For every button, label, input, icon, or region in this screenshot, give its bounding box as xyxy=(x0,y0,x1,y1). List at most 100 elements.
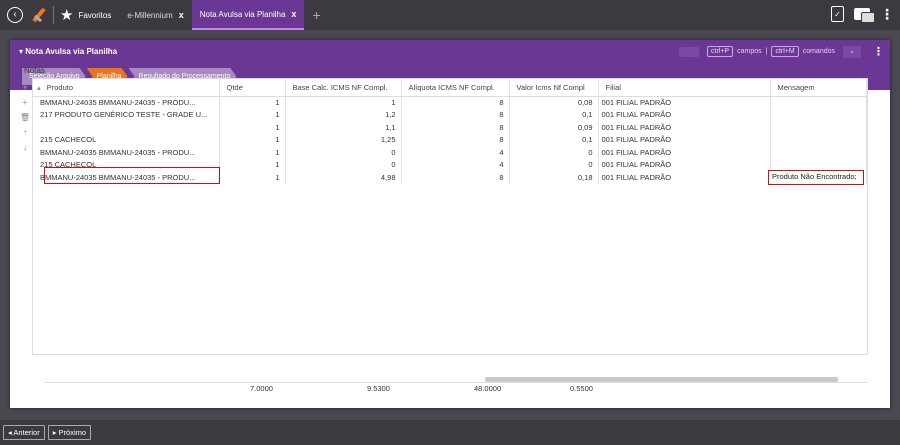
column-header-base[interactable]: Base Calc. ICMS NF Compl. xyxy=(285,79,402,97)
chat-icon[interactable] xyxy=(854,8,875,23)
cell-valor[interactable]: 0,18 xyxy=(509,171,599,184)
cell-filial[interactable]: 001 FILIAL PADRÃO xyxy=(598,121,771,134)
panel-title[interactable]: ▾ Nota Avulsa via Planilha xyxy=(19,47,117,56)
cell-valor[interactable]: 0,09 xyxy=(509,121,599,134)
chevron-down-icon[interactable]: ⌄ xyxy=(843,45,861,58)
cell-filial[interactable]: 001 FILIAL PADRÃO xyxy=(598,158,771,171)
cell-mensagem[interactable] xyxy=(770,108,867,121)
cell-aliquota[interactable]: 8 xyxy=(401,108,510,121)
close-tab-icon[interactable]: x xyxy=(179,10,184,20)
cell-base[interactable]: 1 xyxy=(285,96,402,109)
cell-filial[interactable]: 001 FILIAL PADRÃO xyxy=(598,133,771,146)
bottom-bar: ◂ Anterior ▸ Próximo xyxy=(0,420,900,445)
add-row-icon[interactable]: + xyxy=(23,95,28,110)
cell-produto[interactable]: 215 CACHECOL xyxy=(33,133,220,146)
total-valor: 0.5500 xyxy=(570,384,593,393)
e-millennium-logo-icon[interactable] xyxy=(31,6,47,24)
previous-button[interactable]: ◂ Anterior xyxy=(3,425,45,440)
cell-filial[interactable]: 001 FILIAL PADRÃO xyxy=(598,108,771,121)
cell-mensagem[interactable] xyxy=(770,133,867,146)
cell-qtde[interactable]: 1 xyxy=(219,146,286,159)
grid-toolbar: ▾ + 🗑 ↑ ↓ xyxy=(20,80,30,155)
cell-filial[interactable]: 001 FILIAL PADRÃO xyxy=(598,146,771,159)
cell-valor[interactable]: 0 xyxy=(509,146,599,159)
cell-aliquota[interactable]: 8 xyxy=(401,133,510,146)
tab-nota-avulsa[interactable]: Nota Avulsa via Planilha x xyxy=(191,0,305,30)
column-header-aliquota[interactable]: Alíquota ICMS NF Compl. xyxy=(401,79,510,97)
cell-base[interactable]: 1,1 xyxy=(285,121,402,134)
cell-valor[interactable]: 0 xyxy=(509,158,599,171)
header-pill xyxy=(679,46,700,57)
error-message-cell: Produto Não Encontrado; xyxy=(768,170,864,185)
column-header-mensagem[interactable]: Mensagem xyxy=(770,79,867,97)
star-icon[interactable]: ★ xyxy=(60,8,73,23)
cell-qtde[interactable]: 1 xyxy=(219,133,286,146)
cell-produto-empty[interactable] xyxy=(33,121,220,134)
cell-produto[interactable]: BMMANU-24035 BMMANU-24035 - PRODU... xyxy=(33,146,220,159)
kebab-menu-icon[interactable]: ⋮ xyxy=(880,7,894,21)
total-aliquota: 48.0000 xyxy=(474,384,502,393)
sort-icon[interactable]: ▴ xyxy=(37,83,41,92)
cell-aliquota[interactable]: 4 xyxy=(401,146,510,159)
cell-filial[interactable]: 001 FILIAL PADRÃO xyxy=(598,171,771,184)
total-base: 9.5300 xyxy=(367,384,390,393)
cell-aliquota[interactable]: 4 xyxy=(401,158,510,171)
cell-aliquota[interactable]: 8 xyxy=(401,96,510,109)
grid-header-row: ▴ Produto Qtde Base Calc. ICMS NF Compl. … xyxy=(33,79,867,97)
cell-base[interactable]: 0 xyxy=(285,146,402,159)
clipboard-check-icon[interactable]: ✓ xyxy=(831,6,844,22)
cell-base[interactable]: 0 xyxy=(285,158,402,171)
column-header-valor[interactable]: Valor Icms Nf Compl xyxy=(509,79,599,97)
delete-row-icon[interactable]: 🗑 xyxy=(20,110,30,125)
cell-qtde[interactable]: 1 xyxy=(219,121,286,134)
cell-mensagem[interactable] xyxy=(770,146,867,159)
cell-base[interactable]: 1,25 xyxy=(285,133,402,146)
cell-aliquota[interactable]: 8 xyxy=(401,121,510,134)
cell-mensagem[interactable] xyxy=(770,96,867,109)
back-circle-icon[interactable]: ‹ xyxy=(7,7,23,23)
table-row[interactable]: 217 PRODUTO GENÉRICO TESTE - GRADE U... … xyxy=(33,108,867,121)
table-row[interactable]: 215 CACHECOL 1 1,25 8 0,1 001 FILIAL PAD… xyxy=(33,133,867,146)
cell-produto[interactable]: BMMANU-24035 BMMANU-24035 - PRODU... xyxy=(33,96,220,109)
cell-filial[interactable]: 001 FILIAL PADRÃO xyxy=(598,96,771,109)
top-bar: ‹ ★ Favoritos e-Millennium x Nota Avulsa… xyxy=(0,0,900,30)
table-row-error[interactable]: 1 1,1 8 0,09 001 FILIAL PADRÃO xyxy=(33,121,867,134)
tab-e-millennium[interactable]: e-Millennium x xyxy=(119,0,191,30)
cell-qtde[interactable]: 1 xyxy=(219,158,286,171)
move-up-icon[interactable]: ↑ xyxy=(23,125,27,140)
tab-favoritos[interactable]: Favoritos xyxy=(73,0,119,30)
panel-kebab-icon[interactable]: ⋮ xyxy=(873,45,884,58)
cell-valor[interactable]: 0,1 xyxy=(509,108,599,121)
next-button[interactable]: ▸ Próximo xyxy=(47,425,92,440)
cell-qtde[interactable]: 1 xyxy=(219,96,286,109)
cell-base[interactable]: 1,2 xyxy=(285,108,402,121)
cell-qtde[interactable]: 1 xyxy=(219,171,286,184)
shortcut-key: ctrl+M xyxy=(771,46,799,57)
section-label: Notas xyxy=(24,66,45,75)
notas-grid: ▴ Produto Qtde Base Calc. ICMS NF Compl. … xyxy=(32,78,868,355)
shortcut-key: ctrl+P xyxy=(707,46,734,57)
cell-qtde[interactable]: 1 xyxy=(219,108,286,121)
total-qtde: 7.0000 xyxy=(250,384,273,393)
error-highlight-produto xyxy=(44,167,220,184)
add-tab-icon[interactable]: + xyxy=(312,8,320,22)
close-tab-icon[interactable]: x xyxy=(291,9,296,19)
cell-aliquota[interactable]: 8 xyxy=(401,171,510,184)
campos-link[interactable]: campos xyxy=(737,48,762,55)
cell-base[interactable]: 4,98 xyxy=(285,171,402,184)
cell-produto[interactable]: 217 PRODUTO GENÉRICO TESTE - GRADE U... xyxy=(33,108,220,121)
divider xyxy=(53,6,54,24)
column-header-produto[interactable]: ▴ Produto xyxy=(33,79,220,97)
move-down-icon[interactable]: ↓ xyxy=(23,140,27,155)
table-row[interactable]: BMMANU-24035 BMMANU-24035 - PRODU... 1 1… xyxy=(33,96,867,109)
expand-icon[interactable]: ▾ xyxy=(23,80,27,95)
comandos-link[interactable]: comandos xyxy=(803,48,835,55)
cell-valor[interactable]: 0,1 xyxy=(509,133,599,146)
shortcut-separator: | xyxy=(765,48,768,55)
column-header-filial[interactable]: Filial xyxy=(598,79,771,97)
column-header-qtde[interactable]: Qtde xyxy=(219,79,286,97)
cell-valor[interactable]: 0,08 xyxy=(509,96,599,109)
cell-mensagem[interactable] xyxy=(770,121,867,134)
table-row[interactable]: BMMANU-24035 BMMANU-24035 - PRODU... 1 0… xyxy=(33,146,867,159)
grid-totals-row: 7.0000 9.5300 48.0000 0.5500 xyxy=(44,384,868,396)
